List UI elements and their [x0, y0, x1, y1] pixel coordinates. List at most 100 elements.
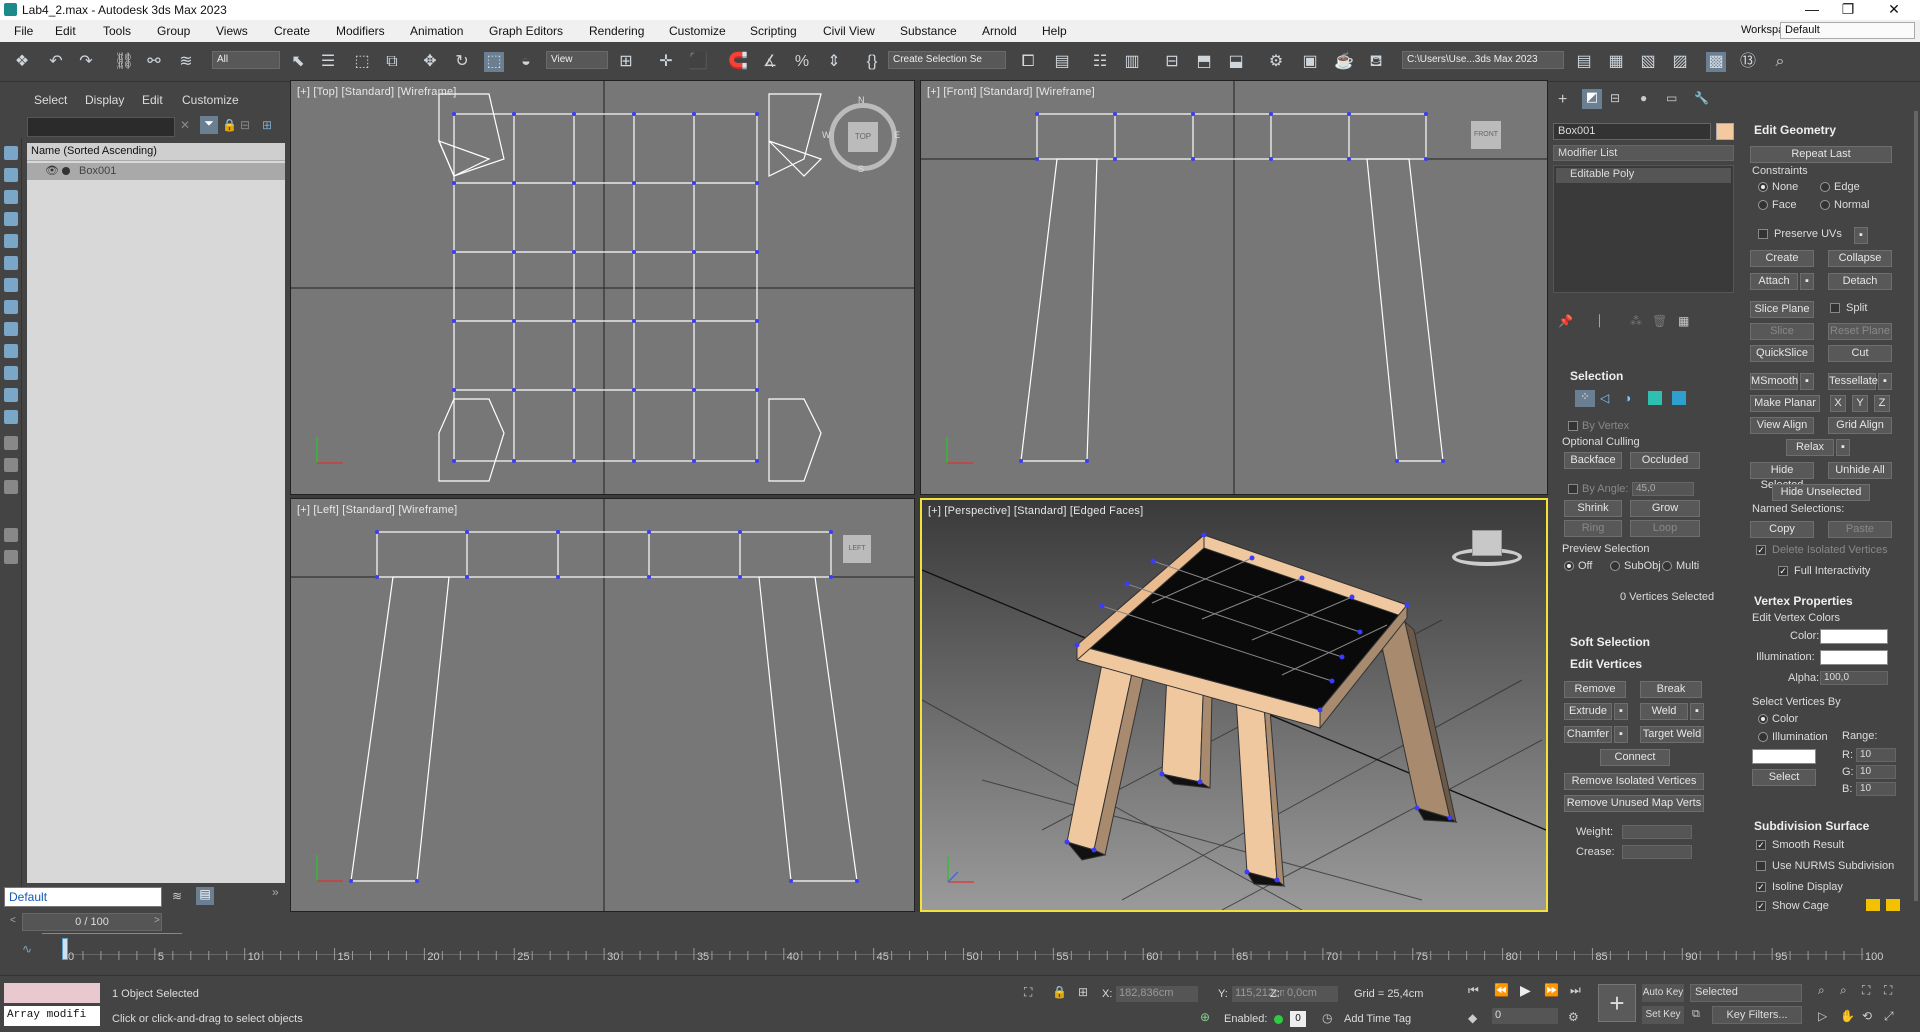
sort-icon[interactable]: ⊞: [262, 118, 272, 132]
container-open-icon[interactable]: ▧: [1638, 52, 1658, 72]
isolate-selection-icon[interactable]: ⛶: [1024, 985, 1032, 1000]
show-cage-check[interactable]: ✓: [1756, 901, 1766, 911]
viewport-perspective-label[interactable]: [+] [Perspective] [Standard] [Edged Face…: [928, 505, 1143, 517]
mirror-icon[interactable]: ⧠: [1018, 52, 1038, 72]
sync-selection-icon[interactable]: [4, 550, 18, 564]
tab-select[interactable]: Select: [34, 93, 67, 107]
project-folder-icon[interactable]: ▤: [1574, 52, 1594, 72]
display-tab-icon[interactable]: ▭: [1666, 91, 1677, 105]
go-to-start-icon[interactable]: ⏮: [1468, 983, 1479, 998]
list-item[interactable]: 👁 Box001: [27, 163, 285, 180]
preview-off-radio[interactable]: [1564, 561, 1574, 571]
filter-toggle-icon[interactable]: ⏷: [200, 116, 218, 134]
slice-plane-button[interactable]: Slice Plane: [1750, 301, 1814, 318]
vertex-mode-icon[interactable]: ⁘: [1575, 390, 1595, 407]
extrude-settings-button[interactable]: ▪: [1614, 703, 1628, 720]
range-r-spinner[interactable]: 10: [1856, 748, 1896, 762]
backface-button[interactable]: Backface: [1564, 452, 1622, 469]
hide-selected-button[interactable]: Hide Selected: [1750, 462, 1814, 491]
paste-button[interactable]: Paste: [1828, 521, 1892, 538]
weld-button[interactable]: Weld: [1640, 703, 1688, 720]
hide-unselected-button[interactable]: Hide Unselected: [1772, 484, 1870, 501]
enabled-indicator[interactable]: [1274, 1015, 1283, 1024]
tessellate-settings-button[interactable]: ▪: [1878, 373, 1892, 390]
material-editor-icon[interactable]: ⬓: [1226, 52, 1246, 72]
render-frame-icon[interactable]: ▣: [1300, 52, 1320, 72]
select-by-color-button[interactable]: Select: [1752, 769, 1816, 786]
cage-color-2[interactable]: [1886, 899, 1900, 911]
absolute-mode-icon[interactable]: ⊞: [1078, 985, 1088, 999]
make-planar-button[interactable]: Make Planar: [1750, 395, 1820, 412]
create-button[interactable]: Create: [1750, 250, 1814, 267]
add-time-tag-label[interactable]: Add Time Tag: [1344, 1013, 1411, 1025]
scene-search-input[interactable]: [27, 117, 175, 137]
restore-button[interactable]: ❐: [1828, 1, 1868, 18]
constraint-edge-radio[interactable]: [1820, 182, 1830, 192]
polygon-mode-icon[interactable]: [1648, 391, 1662, 405]
range-g-spinner[interactable]: 10: [1856, 765, 1896, 779]
enabled-value[interactable]: 0: [1290, 1011, 1306, 1027]
menu-help[interactable]: Help: [1042, 24, 1067, 38]
select-object-icon[interactable]: ⬉: [288, 52, 308, 72]
viewport-top-label[interactable]: [+] [Top] [Standard] [Wireframe]: [297, 86, 457, 98]
connect-button[interactable]: Connect: [1600, 749, 1670, 766]
viewport-perspective[interactable]: [+] [Perspective] [Standard] [Edged Face…: [920, 498, 1548, 912]
viewport-front[interactable]: [+] [Front] [Standard] [Wireframe] FRONT: [920, 80, 1548, 495]
slice-button[interactable]: Slice: [1750, 323, 1814, 340]
weight-spinner[interactable]: [1622, 825, 1692, 839]
clear-search-icon[interactable]: ✕: [180, 118, 190, 132]
render-icon[interactable]: ☕: [1334, 52, 1354, 72]
quickslice-button[interactable]: QuickSlice: [1750, 345, 1814, 362]
detach-button[interactable]: Detach: [1828, 273, 1892, 290]
container-icon[interactable]: ▦: [1606, 52, 1626, 72]
make-unique-icon[interactable]: ⁂: [1630, 314, 1642, 328]
scale-icon[interactable]: ⬚: [484, 52, 504, 72]
snap-icon[interactable]: 🧲: [728, 52, 748, 72]
schematic-view-icon[interactable]: ⬒: [1194, 52, 1214, 72]
maximize-viewport-icon[interactable]: ⤢: [1884, 1009, 1894, 1024]
menu-scripting[interactable]: Scripting: [750, 24, 797, 38]
object-color-swatch[interactable]: [1716, 123, 1734, 140]
stack-item[interactable]: Editable Poly: [1556, 168, 1731, 183]
grow-button[interactable]: Grow: [1630, 500, 1700, 517]
move-icon[interactable]: ✥: [420, 52, 440, 72]
menu-graph-editors[interactable]: Graph Editors: [489, 24, 563, 38]
constraint-normal-radio[interactable]: [1820, 200, 1830, 210]
repeat-last-button[interactable]: Repeat Last: [1750, 146, 1892, 163]
viewport-left-label[interactable]: [+] [Left] [Standard] [Wireframe]: [297, 504, 457, 516]
display-children-icon[interactable]: [4, 458, 18, 472]
relax-settings-button[interactable]: ▪: [1836, 439, 1850, 456]
remove-button[interactable]: Remove: [1564, 681, 1626, 698]
subdivision-rollout-header[interactable]: Subdivision Surface: [1754, 819, 1869, 833]
x-coordinate[interactable]: 182,836cm: [1116, 986, 1198, 1002]
preserve-uvs-settings-button[interactable]: ▪: [1854, 227, 1868, 244]
display-xrefs-icon[interactable]: [4, 322, 18, 336]
occluded-button[interactable]: Occluded: [1630, 452, 1700, 469]
select-by-illumination-radio[interactable]: [1758, 732, 1768, 742]
remove-isolated-button[interactable]: Remove Isolated Vertices: [1564, 773, 1704, 790]
keyboard-shortcut-icon[interactable]: ⬛: [688, 52, 708, 72]
viewport-left[interactable]: [+] [Left] [Standard] [Wireframe] LEFT: [290, 498, 915, 912]
reset-plane-button[interactable]: Reset Plane: [1828, 323, 1892, 340]
expand-icon[interactable]: »: [272, 885, 279, 899]
display-hidden-icon[interactable]: [4, 410, 18, 424]
isoline-check[interactable]: ✓: [1756, 882, 1766, 892]
lock-icon[interactable]: 🔒: [222, 118, 237, 132]
project-path-dropdown[interactable]: C:\Users\Use...3ds Max 2023: [1402, 51, 1564, 69]
menu-edit[interactable]: Edit: [55, 24, 76, 38]
angle-spinner[interactable]: 45,0: [1632, 482, 1694, 496]
edit-geometry-rollout-header[interactable]: Edit Geometry: [1754, 123, 1836, 137]
display-containers-icon[interactable]: [4, 366, 18, 380]
use-nurms-check[interactable]: [1756, 861, 1766, 871]
menu-modifiers[interactable]: Modifiers: [336, 24, 385, 38]
full-interactivity-check[interactable]: ✓: [1778, 566, 1788, 576]
close-button[interactable]: ✕: [1874, 1, 1914, 18]
menu-substance[interactable]: Substance: [900, 24, 957, 38]
minimize-button[interactable]: —: [1792, 1, 1832, 17]
maxscript-listener[interactable]: [4, 983, 100, 1003]
view-align-button[interactable]: View Align: [1750, 417, 1814, 434]
manipulate-icon[interactable]: ✛: [656, 52, 676, 72]
render-setup-icon[interactable]: ⚙: [1266, 52, 1286, 72]
selection-filter-dropdown[interactable]: All: [212, 51, 280, 69]
display-all-icon[interactable]: [4, 436, 18, 450]
